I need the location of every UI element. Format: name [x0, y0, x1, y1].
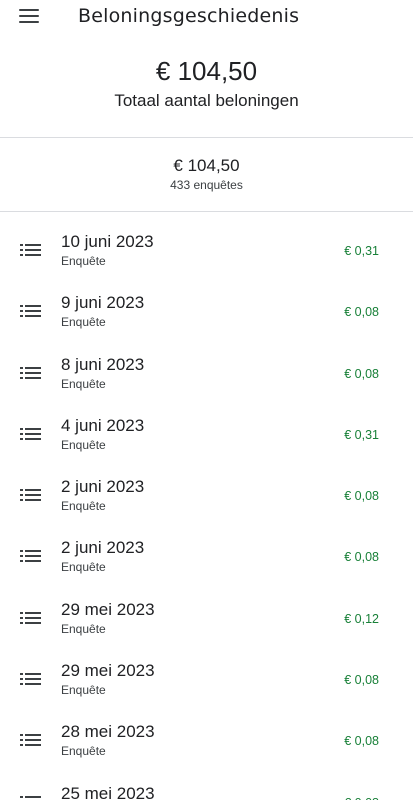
total-amount: € 104,50: [155, 56, 258, 86]
reward-amount: € 0,08: [344, 796, 379, 800]
reward-amount: € 0,08: [344, 366, 379, 381]
reward-amount: € 0,08: [344, 489, 379, 504]
reward-amount: € 0,08: [344, 550, 379, 565]
reward-type: Enquête: [61, 315, 106, 330]
total-summary: € 104,50 Totaal aantal beloningen: [0, 56, 413, 111]
reward-date: 29 mei 2023: [61, 599, 155, 619]
reward-amount: € 0,31: [344, 427, 379, 442]
list-icon: [20, 489, 42, 503]
reward-amount: € 0,12: [344, 611, 379, 626]
survey-count: 433 enquêtes: [170, 178, 243, 193]
app-bar: Beloningsgeschiedenis: [0, 0, 413, 34]
reward-type: Enquête: [61, 499, 106, 514]
reward-date: 29 mei 2023: [61, 661, 155, 681]
list-icon: [20, 305, 42, 319]
reward-date: 4 juni 2023: [61, 415, 145, 435]
reward-amount: € 0,08: [344, 734, 379, 749]
reward-type: Enquête: [61, 254, 106, 268]
reward-list-item[interactable]: 8 juni 2023 Enquête € 0,08: [0, 343, 413, 404]
reward-list-item[interactable]: 4 juni 2023 Enquête € 0,31: [0, 404, 413, 465]
list-icon: [20, 244, 42, 258]
list-icon: [20, 673, 42, 687]
reward-list-item[interactable]: 10 juni 2023 Enquête € 0,31: [0, 220, 413, 281]
total-caption: Totaal aantal beloningen: [114, 91, 299, 111]
reward-date: 9 juni 2023: [61, 293, 145, 313]
reward-date: 28 mei 2023: [61, 722, 155, 742]
list-icon: [20, 366, 42, 381]
page-title: Beloningsgeschiedenis: [78, 5, 300, 27]
reward-list-item[interactable]: 28 mei 2023 Enquête € 0,08: [0, 710, 413, 771]
subtotal-summary: € 104,50 433 enquêtes: [0, 156, 413, 192]
reward-list-item[interactable]: 29 mei 2023 Enquête € 0,12: [0, 588, 413, 649]
list-icon: [20, 427, 42, 442]
reward-amount: € 0,31: [344, 244, 379, 258]
reward-list-item[interactable]: 25 mei 2023 Enquête € 0,08: [0, 772, 413, 800]
divider: [0, 137, 413, 138]
list-icon: [20, 795, 42, 800]
list-icon: [20, 611, 42, 626]
subtotal-amount: € 104,50: [173, 156, 240, 175]
reward-list-item[interactable]: 9 juni 2023 Enquête € 0,08: [0, 281, 413, 342]
list-icon: [20, 734, 42, 748]
hamburger-menu-icon[interactable]: [16, 4, 44, 28]
reward-date: 25 mei 2023: [61, 783, 155, 800]
reward-date: 8 juni 2023: [61, 354, 145, 374]
reward-type: Enquête: [61, 437, 106, 452]
divider: [0, 211, 413, 212]
reward-list-item[interactable]: 29 mei 2023 Enquête € 0,08: [0, 649, 413, 710]
list-icon: [20, 550, 42, 564]
reward-type: Enquête: [61, 376, 106, 391]
reward-list-item[interactable]: 2 juni 2023 Enquête € 0,08: [0, 465, 413, 526]
reward-type: Enquête: [61, 560, 106, 575]
reward-list-item[interactable]: 2 juni 2023 Enquête € 0,08: [0, 526, 413, 587]
reward-type: Enquête: [61, 621, 106, 636]
reward-type: Enquête: [61, 744, 106, 759]
rewards-list: 10 juni 2023 Enquête € 0,31 9 juni 2023 …: [0, 220, 413, 800]
reward-type: Enquête: [61, 683, 106, 698]
reward-amount: € 0,08: [344, 305, 379, 320]
reward-date: 2 juni 2023: [61, 477, 145, 497]
reward-amount: € 0,08: [344, 673, 379, 688]
reward-date: 2 juni 2023: [61, 538, 145, 558]
reward-date: 10 juni 2023: [61, 232, 154, 251]
